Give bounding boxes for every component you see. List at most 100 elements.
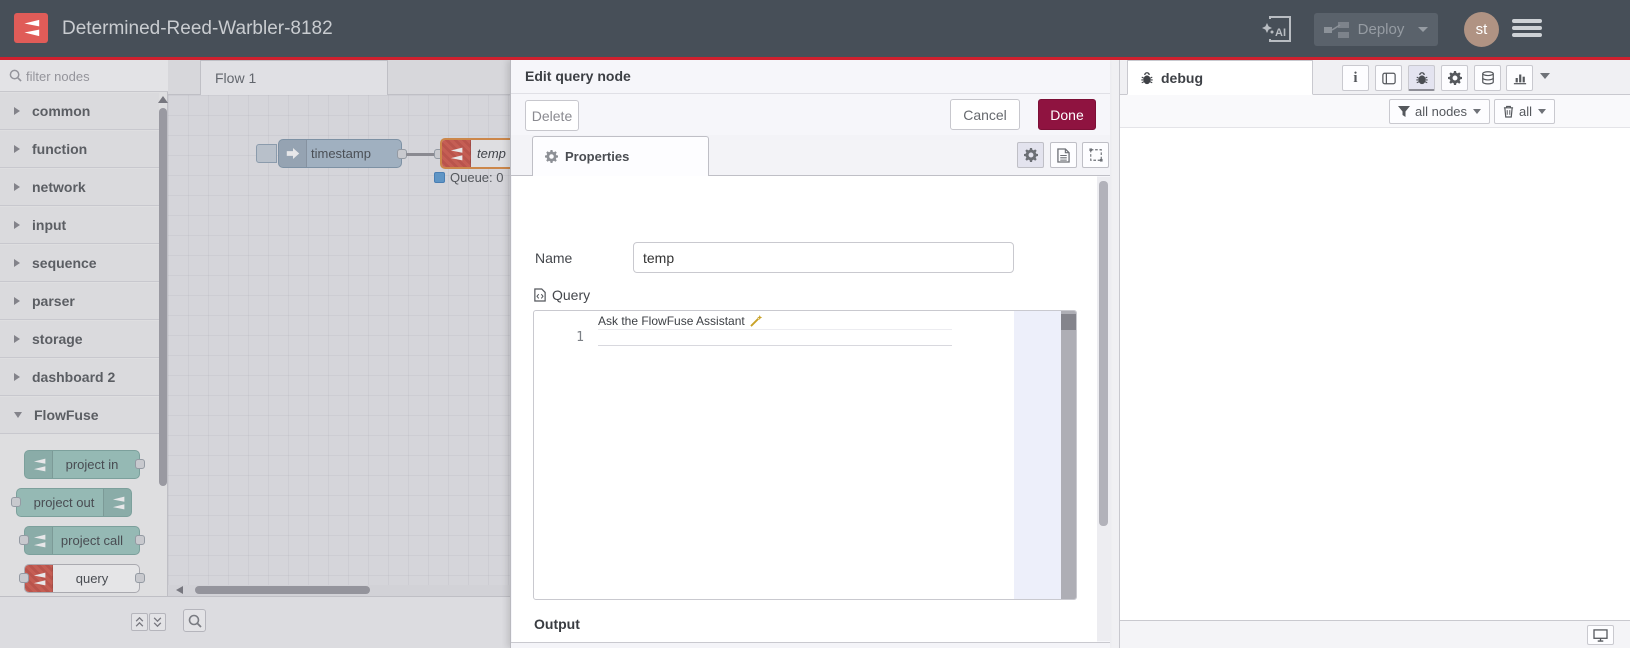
debug-filter-row: all nodes all [1120, 95, 1630, 128]
debug-sidebar: debug i all nodes all [1120, 60, 1630, 648]
scroll-left-icon[interactable] [176, 586, 183, 594]
appearance-icon-button[interactable] [1082, 142, 1109, 168]
node-palette: common function network input sequence p… [0, 60, 168, 648]
sidebar-tabs-dropdown-icon[interactable] [1540, 73, 1550, 79]
appearance-icon [1088, 148, 1103, 162]
bug-icon [1141, 71, 1153, 84]
chart-icon [1513, 74, 1526, 85]
palette-node-project-out[interactable]: project out [11, 488, 132, 517]
ai-assistant-button[interactable]: AI [1260, 13, 1296, 47]
database-icon [1481, 71, 1494, 85]
palette-category-parser[interactable]: parser [0, 283, 159, 320]
caret-down-icon [1538, 109, 1547, 114]
collapse-all-categories-button[interactable] [131, 613, 148, 631]
tray-footer: Enabled [511, 642, 1110, 648]
tray-scrollbar[interactable] [1097, 177, 1110, 641]
edit-node-tray: Edit query node Delete Cancel Done Prope… [510, 60, 1110, 648]
project-title: Determined-Reed-Warbler-8182 [62, 18, 333, 39]
node-timestamp[interactable]: timestamp [278, 139, 402, 168]
inject-arrow-icon [279, 140, 307, 167]
search-icon [9, 69, 22, 82]
assistant-prompt[interactable]: Ask the FlowFuse Assistant [598, 313, 763, 328]
open-in-window-button[interactable] [1587, 625, 1614, 645]
palette-node-project-in[interactable]: project in [24, 450, 145, 479]
assistant-placeholder-text: Ask the FlowFuse Assistant [598, 313, 745, 328]
hamburger-menu-icon[interactable] [1512, 19, 1542, 41]
flowfuse-logo-icon [14, 13, 48, 43]
properties-form: Name Query Ask the FlowFuse Assistant 1 … [512, 176, 1097, 642]
palette-category-network[interactable]: network [0, 169, 159, 206]
book-icon [1381, 72, 1396, 84]
tray-header: Edit query node [511, 60, 1110, 94]
done-button[interactable]: Done [1038, 99, 1096, 130]
document-icon [1057, 147, 1070, 163]
output-port[interactable] [135, 573, 145, 583]
debug-messages-panel[interactable] [1120, 128, 1630, 620]
output-port[interactable] [135, 459, 145, 469]
chevron-right-icon [14, 107, 20, 115]
palette-node-query[interactable]: query [19, 564, 145, 593]
palette-category-dashboard2[interactable]: dashboard 2 [0, 359, 159, 396]
info-icon: i [1353, 69, 1358, 86]
expand-all-categories-button[interactable] [149, 613, 166, 631]
name-label: Name [535, 250, 573, 266]
input-port[interactable] [19, 573, 29, 583]
chevron-right-icon [14, 297, 20, 305]
delete-button[interactable]: Delete [525, 100, 579, 131]
output-port[interactable] [135, 535, 145, 545]
info-tab-button[interactable]: i [1342, 65, 1369, 91]
editor-active-line[interactable] [598, 329, 952, 346]
debug-clear-button[interactable]: all [1494, 99, 1556, 124]
sidebar-resize-handle[interactable] [1110, 60, 1120, 648]
chevron-right-icon [14, 221, 20, 229]
gear-icon [1447, 71, 1462, 85]
dashboard-tab-button[interactable] [1506, 65, 1533, 91]
input-port[interactable] [11, 497, 21, 507]
inject-trigger-button[interactable] [256, 144, 277, 163]
context-data-tab-button[interactable] [1474, 65, 1501, 91]
gear-icon [1023, 148, 1038, 162]
query-code-editor[interactable]: Ask the FlowFuse Assistant 1 [533, 310, 1077, 600]
node-status: Queue: 0 [434, 170, 504, 185]
trash-icon [1503, 105, 1514, 118]
deploy-caret-icon[interactable] [1418, 27, 1428, 32]
svg-text:AI: AI [1275, 27, 1286, 39]
debug-filter-button[interactable]: all nodes [1389, 99, 1491, 124]
debug-tab-button[interactable] [1408, 65, 1435, 91]
palette-category-flowfuse[interactable]: FlowFuse [0, 397, 159, 434]
palette-category-storage[interactable]: storage [0, 321, 159, 358]
palette-node-project-call[interactable]: project call [19, 526, 145, 555]
output-section-label: Output [534, 616, 580, 632]
canvas-search-button[interactable] [183, 609, 206, 632]
palette-footer [0, 596, 168, 648]
palette-category-sequence[interactable]: sequence [0, 245, 159, 282]
chevron-right-icon [14, 145, 20, 153]
palette-category-input[interactable]: input [0, 207, 159, 244]
input-port[interactable] [19, 535, 29, 545]
name-input[interactable] [633, 242, 1014, 273]
tab-properties[interactable]: Properties [532, 136, 709, 176]
cancel-button[interactable]: Cancel [950, 99, 1020, 130]
user-avatar[interactable]: st [1464, 12, 1499, 47]
deploy-nodes-icon [1324, 21, 1350, 38]
palette-scrollbar[interactable] [158, 94, 168, 622]
editor-decoration-strip [1014, 311, 1061, 599]
chevron-down-icon [14, 412, 22, 418]
description-icon-button[interactable] [1050, 142, 1077, 168]
header-bar: Determined-Reed-Warbler-8182 AI Deploy s… [0, 0, 1630, 60]
tab-debug[interactable]: debug [1127, 60, 1313, 95]
deploy-button[interactable]: Deploy [1314, 13, 1438, 46]
tab-flow-1[interactable]: Flow 1 [200, 60, 388, 95]
palette-category-function[interactable]: function [0, 131, 159, 168]
config-nodes-tab-button[interactable] [1441, 65, 1468, 91]
palette-category-common[interactable]: common [0, 93, 159, 130]
tray-title: Edit query node [525, 68, 631, 84]
properties-icon-button[interactable] [1017, 142, 1044, 168]
status-text: Queue: 0 [450, 170, 504, 185]
scroll-up-icon[interactable] [158, 96, 168, 103]
chevron-right-icon [14, 335, 20, 343]
editor-scrollbar[interactable] [1061, 311, 1076, 599]
filter-nodes-input[interactable] [26, 64, 160, 88]
help-tab-button[interactable] [1375, 65, 1402, 91]
caret-down-icon [1473, 109, 1482, 114]
